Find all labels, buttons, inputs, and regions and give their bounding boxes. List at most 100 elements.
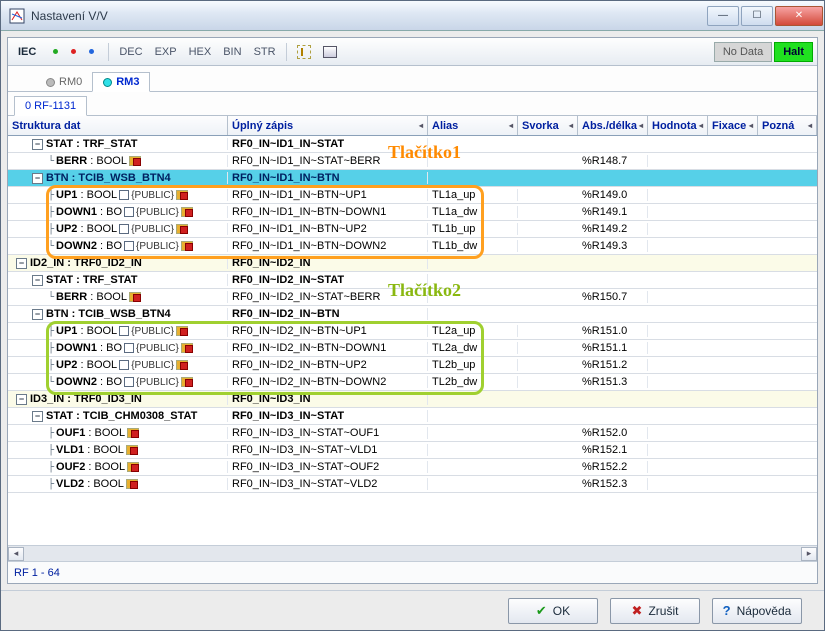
public-checkbox[interactable] [119, 360, 129, 370]
tree-branch-icon: └ [48, 156, 54, 167]
scroll-right-icon[interactable]: ▸ [801, 547, 817, 561]
cell-alias: TL1a_dw [428, 206, 518, 218]
tree-collapse-icon[interactable]: − [32, 139, 43, 150]
app-icon [9, 8, 25, 24]
public-checkbox[interactable] [119, 224, 129, 234]
cell-full: RF0_IN~ID1_IN~STAT [228, 138, 428, 150]
tree-branch-icon: └ [48, 241, 54, 252]
table-row[interactable]: └BERR : BOOLRF0_IN~ID1_IN~STAT~BERR%R148… [8, 153, 817, 170]
toolbar-tree-icons[interactable] [42, 47, 104, 56]
public-checkbox[interactable] [124, 377, 134, 387]
tab-rm3[interactable]: RM3 [92, 72, 150, 92]
toolbar-slider-icon[interactable] [291, 43, 317, 61]
table-row[interactable]: ├OUF2 : BOOLRF0_IN~ID3_IN~STAT~OUF2%R152… [8, 459, 817, 476]
col-struct[interactable]: Struktura dat [8, 116, 228, 135]
public-checkbox[interactable] [119, 190, 129, 200]
cell-struct: ├UP2 : BOOL{PUBLIC} [8, 359, 228, 371]
col-abs[interactable]: Abs./délka◂ [578, 116, 648, 135]
help-button[interactable]: ?Nápověda [712, 598, 802, 624]
toolbar-halt[interactable]: Halt [774, 42, 813, 62]
table-row[interactable]: └BERR : BOOLRF0_IN~ID2_IN~STAT~BERR%R150… [8, 289, 817, 306]
table-row[interactable]: └DOWN2 : BO{PUBLIC}RF0_IN~ID1_IN~BTN~DOW… [8, 238, 817, 255]
cell-full: RF0_IN~ID2_IN~STAT [228, 274, 428, 286]
tree-collapse-icon[interactable]: − [32, 309, 43, 320]
tag-icon [126, 479, 138, 489]
ok-button[interactable]: ✔OK [508, 598, 598, 624]
table-row[interactable]: ├VLD2 : BOOLRF0_IN~ID3_IN~STAT~VLD2%R152… [8, 476, 817, 493]
toolbar-fmt-dec[interactable]: DEC [113, 44, 148, 60]
sort-icon: ◂ [419, 121, 423, 130]
public-checkbox[interactable] [124, 207, 134, 217]
tree-branch-icon: ├ [48, 224, 54, 235]
col-svorka[interactable]: Svorka◂ [518, 116, 578, 135]
tree-collapse-icon[interactable]: − [32, 173, 43, 184]
cell-full: RF0_IN~ID2_IN~BTN~DOWN1 [228, 342, 428, 354]
table-body[interactable]: −STAT : TRF_STATRF0_IN~ID1_IN~STAT└BERR … [8, 136, 817, 545]
public-checkbox[interactable] [124, 343, 134, 353]
table-row[interactable]: −ID3_IN : TRF0_ID3_INRF0_IN~ID3_IN [8, 391, 817, 408]
col-full[interactable]: Úplný zápis◂ [228, 116, 428, 135]
table-row[interactable]: −STAT : TCIB_CHM0308_STATRF0_IN~ID3_IN~S… [8, 408, 817, 425]
table-row[interactable]: ├VLD1 : BOOLRF0_IN~ID3_IN~STAT~VLD1%R152… [8, 442, 817, 459]
col-fixace[interactable]: Fixace◂ [708, 116, 758, 135]
toolbar-window-icon[interactable] [317, 44, 343, 60]
toolbar-fmt-exp[interactable]: EXP [149, 44, 183, 60]
table-row[interactable]: ├DOWN1 : BO{PUBLIC}RF0_IN~ID1_IN~BTN~DOW… [8, 204, 817, 221]
col-alias[interactable]: Alias◂ [428, 116, 518, 135]
table-row[interactable]: ├OUF1 : BOOLRF0_IN~ID3_IN~STAT~OUF1%R152… [8, 425, 817, 442]
cross-icon: ✖ [632, 603, 643, 619]
sort-icon: ◂ [509, 121, 513, 130]
horizontal-scrollbar[interactable]: ◂ ▸ [8, 545, 817, 561]
table-row[interactable]: −ID2_IN : TRF0_ID2_INRF0_IN~ID2_IN [8, 255, 817, 272]
table-row[interactable]: −BTN : TCIB_WSB_BTN4RF0_IN~ID2_IN~BTN [8, 306, 817, 323]
cell-alias: TL2b_dw [428, 376, 518, 388]
tree-collapse-icon[interactable]: − [16, 394, 27, 405]
table-row[interactable]: −BTN : TCIB_WSB_BTN4RF0_IN~ID1_IN~BTN [8, 170, 817, 187]
cell-abs: %R152.1 [578, 444, 648, 456]
status-row: RF 1 - 64 [8, 561, 817, 583]
table-row[interactable]: ├DOWN1 : BO{PUBLIC}RF0_IN~ID2_IN~BTN~DOW… [8, 340, 817, 357]
maximize-button[interactable]: ☐ [741, 6, 773, 26]
table-row[interactable]: ├UP1 : BOOL{PUBLIC}RF0_IN~ID1_IN~BTN~UP1… [8, 187, 817, 204]
cell-struct: −STAT : TCIB_CHM0308_STAT [8, 410, 228, 422]
tree-branch-icon: ├ [48, 445, 54, 456]
toolbar-fmt-hex[interactable]: HEX [183, 44, 218, 60]
table-row[interactable]: ├UP2 : BOOL{PUBLIC}RF0_IN~ID2_IN~BTN~UP2… [8, 357, 817, 374]
tab-node-0[interactable]: 0 RF-1131 [14, 96, 87, 116]
cell-abs: %R149.0 [578, 189, 648, 201]
public-checkbox[interactable] [119, 326, 129, 336]
cell-abs: %R149.3 [578, 240, 648, 252]
sort-icon: ◂ [569, 121, 573, 130]
cell-full: RF0_IN~ID2_IN~STAT~BERR [228, 291, 428, 303]
close-button[interactable]: ✕ [775, 6, 823, 26]
cell-abs: %R149.2 [578, 223, 648, 235]
table-row[interactable]: └DOWN2 : BO{PUBLIC}RF0_IN~ID2_IN~BTN~DOW… [8, 374, 817, 391]
scroll-track[interactable] [24, 547, 801, 561]
toolbar-fmt-bin[interactable]: BIN [217, 44, 247, 60]
table-row[interactable]: −STAT : TRF_STATRF0_IN~ID1_IN~STAT [8, 136, 817, 153]
toolbar-fmt-str[interactable]: STR [248, 44, 282, 60]
tree-collapse-icon[interactable]: − [16, 258, 27, 269]
table-row[interactable]: ├UP2 : BOOL{PUBLIC}RF0_IN~ID1_IN~BTN~UP2… [8, 221, 817, 238]
cell-struct: −STAT : TRF_STAT [8, 138, 228, 150]
tree-collapse-icon[interactable]: − [32, 275, 43, 286]
tree-branch-icon: └ [48, 377, 54, 388]
table-header: Struktura dat Úplný zápis◂ Alias◂ Svorka… [8, 116, 817, 136]
table-row[interactable]: ├UP1 : BOOL{PUBLIC}RF0_IN~ID2_IN~BTN~UP1… [8, 323, 817, 340]
titlebar: Nastavení V/V — ☐ ✕ [1, 1, 824, 31]
toolbar-nodata[interactable]: No Data [714, 42, 772, 62]
cell-struct: ├DOWN1 : BO{PUBLIC} [8, 342, 228, 354]
cancel-button[interactable]: ✖Zrušit [610, 598, 700, 624]
toolbar-iec[interactable]: IEC [12, 44, 42, 60]
window-title: Nastavení V/V [31, 9, 706, 23]
cell-struct: └DOWN2 : BO{PUBLIC} [8, 376, 228, 388]
col-hodnota[interactable]: Hodnota◂ [648, 116, 708, 135]
tab-rm0[interactable]: RM0 [36, 73, 92, 91]
public-checkbox[interactable] [124, 241, 134, 251]
minimize-button[interactable]: — [707, 6, 739, 26]
scroll-left-icon[interactable]: ◂ [8, 547, 24, 561]
col-pozn[interactable]: Pozná◂ [758, 116, 817, 135]
tree-collapse-icon[interactable]: − [32, 411, 43, 422]
toolbar: IEC DEC EXP HEX BIN STR No Data Halt [8, 38, 817, 66]
table-row[interactable]: −STAT : TRF_STATRF0_IN~ID2_IN~STAT [8, 272, 817, 289]
